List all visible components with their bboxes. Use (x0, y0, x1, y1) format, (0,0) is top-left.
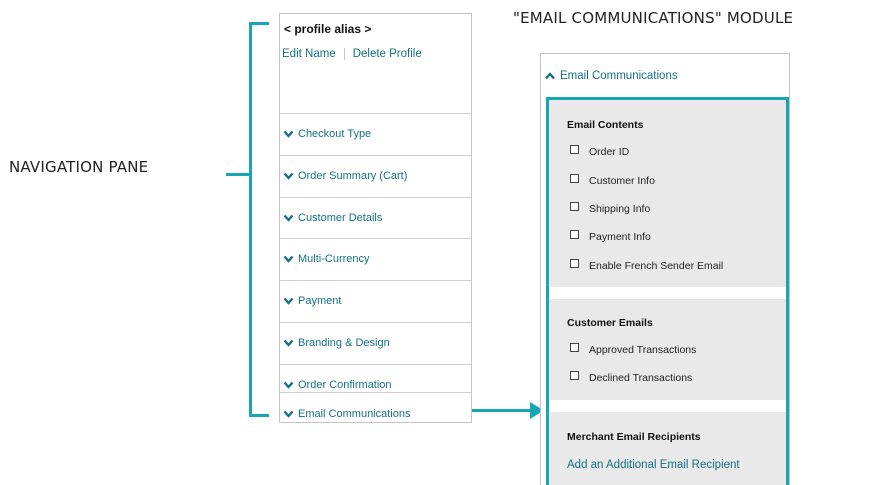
chevron-down-icon (283, 172, 294, 180)
nav-item-label: Branding & Design (298, 337, 390, 349)
chevron-down-icon (283, 130, 294, 138)
profile-actions: Edit Name Delete Profile (282, 48, 422, 60)
nav-item-payment[interactable]: Payment (280, 280, 471, 321)
nav-item-label: Order Summary (Cart) (298, 170, 408, 182)
chevron-down-icon (283, 410, 294, 418)
nav-item-order-summary[interactable]: Order Summary (Cart) (280, 155, 471, 196)
navigation-pane: < profile alias > Edit Name Delete Profil… (279, 13, 472, 423)
nav-item-label: Customer Details (298, 212, 383, 224)
nav-item-customer-details[interactable]: Customer Details (280, 197, 471, 238)
nav-item-checkout-type[interactable]: Checkout Type (280, 113, 471, 154)
nav-item-label: Payment (298, 295, 342, 307)
nav-item-label: Order Confirmation (298, 379, 392, 391)
module-header-label: Email Communications (560, 70, 678, 82)
chevron-down-icon (283, 255, 294, 263)
nav-item-label: Multi-Currency (298, 253, 370, 265)
chevron-down-icon (283, 297, 294, 305)
profile-alias: < profile alias > (284, 22, 372, 36)
link-divider (343, 48, 345, 60)
nav-item-label: Checkout Type (298, 128, 372, 140)
module-callout-label: "EMAIL COMMUNICATIONS" MODULE (513, 9, 794, 27)
bracket-stem (226, 173, 250, 176)
nav-item-label: Email Communications (298, 408, 411, 420)
nav-item-branding-design[interactable]: Branding & Design (280, 322, 471, 363)
delete-profile-link[interactable]: Delete Profile (353, 48, 422, 60)
bracket-vertical (249, 22, 252, 417)
edit-name-link[interactable]: Edit Name (282, 48, 336, 60)
chevron-down-icon (283, 339, 294, 347)
module-header[interactable]: Email Communications (545, 70, 678, 82)
bracket-top-tick (249, 22, 269, 25)
chevron-down-icon (283, 381, 294, 389)
nav-callout-label: NAVIGATION PANE (9, 158, 149, 176)
chevron-up-icon (545, 72, 555, 80)
module-highlight-box (546, 97, 789, 485)
nav-item-email-communications[interactable]: Email Communications (280, 392, 471, 423)
nav-item-multi-currency[interactable]: Multi-Currency (280, 238, 471, 279)
bracket-bottom-tick (249, 414, 269, 417)
chevron-down-icon (283, 214, 294, 222)
